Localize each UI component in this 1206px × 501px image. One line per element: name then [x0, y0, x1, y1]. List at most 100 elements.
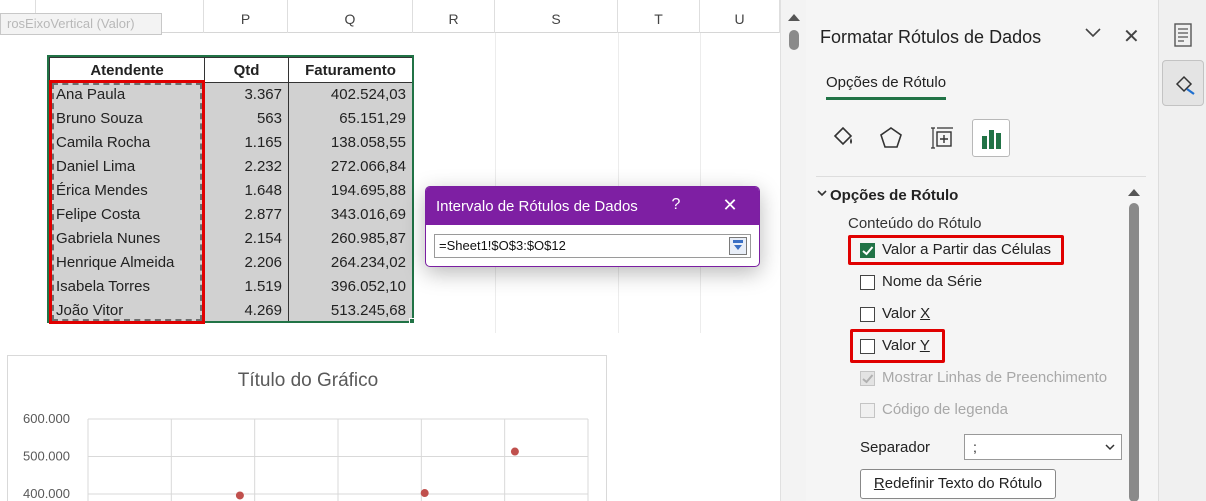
column-header-q[interactable]: Q — [288, 0, 413, 33]
cell-qtd[interactable]: 2.206 — [204, 250, 289, 275]
table-row[interactable]: Gabriela Nunes 2.154 260.985,87 — [49, 226, 413, 251]
cell-qtd[interactable]: 1.648 — [204, 178, 289, 203]
effects-button[interactable] — [872, 119, 910, 157]
format-panel-button[interactable] — [1162, 60, 1204, 106]
cell-qtd[interactable]: 2.232 — [204, 154, 289, 179]
reset-label-text-button[interactable]: Redefinir Texto do Rótulo — [860, 469, 1056, 499]
table-row[interactable]: Isabela Torres 1.519 396.052,10 — [49, 274, 413, 299]
close-pane-icon[interactable]: ✕ — [1123, 24, 1140, 49]
cell-qtd[interactable]: 4.269 — [204, 298, 289, 323]
cell-faturamento[interactable]: 260.985,87 — [288, 226, 413, 251]
sheet-vertical-scrollbar[interactable] — [780, 0, 806, 501]
scroll-up-arrow-icon[interactable] — [788, 14, 800, 21]
fill-line-button[interactable] — [824, 119, 862, 157]
format-brush-icon — [1175, 75, 1195, 95]
table-row[interactable]: Felipe Costa 2.877 343.016,69 — [49, 202, 413, 227]
label-options-section: Opções de Rótulo Conteúdo do Rótulo Valo… — [816, 176, 1146, 501]
chevron-down-icon — [1105, 435, 1115, 468]
scroll-thumb[interactable] — [1129, 203, 1139, 501]
cell-faturamento[interactable]: 402.524,03 — [288, 82, 413, 107]
cell-atendente[interactable]: Érica Mendes — [49, 178, 205, 203]
label-options-button[interactable] — [972, 119, 1010, 157]
table-row[interactable]: Daniel Lima 2.232 272.066,84 — [49, 154, 413, 179]
scatter-chart[interactable]: Título do Gráfico 600.000 500.000 400.000 — [7, 355, 607, 501]
separator-value: ; — [973, 439, 977, 455]
y-tick-label: 400.000 — [23, 486, 70, 501]
cell-faturamento[interactable]: 513.245,68 — [288, 298, 413, 323]
pane-scrollbar[interactable] — [1127, 189, 1141, 501]
cell-faturamento[interactable]: 65.151,29 — [288, 106, 413, 131]
cell-qtd[interactable]: 2.154 — [204, 226, 289, 251]
option-label: Nome da Série — [882, 273, 983, 290]
chevron-down-icon[interactable] — [816, 187, 828, 202]
name-box-overlay: rosEixoVertical (Valor) — [0, 13, 162, 35]
size-properties-button[interactable] — [924, 119, 962, 157]
data-label-range-dialog[interactable]: Intervalo de Rótulos de Dados ? ✕ =Sheet… — [425, 186, 760, 267]
cell-qtd[interactable]: 3.367 — [204, 82, 289, 107]
checkbox[interactable] — [860, 307, 875, 322]
column-header-u[interactable]: U — [700, 0, 780, 33]
dialog-title: Intervalo de Rótulos de Dados — [436, 198, 638, 215]
option-label: Código de legenda — [882, 401, 1008, 418]
column-header-p[interactable]: P — [204, 0, 288, 33]
collapse-dialog-button[interactable] — [729, 237, 747, 255]
data-point[interactable] — [510, 447, 519, 456]
table-row[interactable]: Bruno Souza 563 65.151,29 — [49, 106, 413, 131]
cell-faturamento[interactable]: 272.066,84 — [288, 154, 413, 179]
checkbox[interactable] — [860, 275, 875, 290]
help-icon[interactable]: ? — [668, 196, 684, 214]
close-icon[interactable]: ✕ — [719, 195, 741, 216]
cell-faturamento[interactable]: 264.234,02 — [288, 250, 413, 275]
cell-faturamento[interactable]: 396.052,10 — [288, 274, 413, 299]
chevron-down-icon[interactable] — [1084, 24, 1102, 45]
cell-atendente[interactable]: Henrique Almeida — [49, 250, 205, 275]
header-atendente[interactable]: Atendente — [49, 57, 205, 83]
fill-handle[interactable] — [409, 318, 415, 324]
cell-atendente[interactable]: João Vitor — [49, 298, 205, 323]
cell-faturamento[interactable]: 138.058,55 — [288, 130, 413, 155]
table-row[interactable]: João Vitor 4.269 513.245,68 — [49, 298, 413, 323]
bar-chart-icon — [982, 130, 1001, 149]
cell-atendente[interactable]: Isabela Torres — [49, 274, 205, 299]
separator-dropdown[interactable]: ; — [964, 434, 1122, 460]
column-header-t[interactable]: T — [618, 0, 700, 33]
collapse-arrow-icon — [733, 240, 743, 250]
paint-bucket-icon — [833, 126, 853, 146]
dialog-header[interactable]: Intervalo de Rótulos de Dados ? ✕ — [426, 187, 759, 225]
pane-title: Formatar Rótulos de Dados — [820, 27, 1042, 47]
data-point[interactable] — [420, 489, 429, 498]
header-qtd[interactable]: Qtd — [204, 57, 289, 83]
cell-atendente[interactable]: Daniel Lima — [49, 154, 205, 179]
table-row[interactable]: Érica Mendes 1.648 194.695,88 — [49, 178, 413, 203]
column-header-s[interactable]: S — [495, 0, 618, 33]
table-row[interactable]: Henrique Almeida 2.206 264.234,02 — [49, 250, 413, 275]
tab-label-options[interactable]: Opções de Rótulo — [826, 74, 947, 100]
table-row[interactable]: Camila Rocha 1.165 138.058,55 — [49, 130, 413, 155]
pentagon-icon — [880, 127, 902, 148]
checkbox-disabled — [860, 371, 875, 386]
range-input[interactable]: =Sheet1!$O$3:$O$12 — [434, 234, 751, 258]
scroll-thumb[interactable] — [789, 30, 799, 50]
cell-faturamento[interactable]: 343.016,69 — [288, 202, 413, 227]
cell-atendente[interactable]: Ana Paula — [49, 82, 205, 107]
cell-qtd[interactable]: 1.519 — [204, 274, 289, 299]
document-panel-button[interactable] — [1162, 12, 1204, 58]
cell-atendente[interactable]: Bruno Souza — [49, 106, 205, 131]
format-data-labels-pane[interactable]: Formatar Rótulos de Dados ✕ Opções de Ró… — [806, 0, 1158, 501]
cell-atendente[interactable]: Gabriela Nunes — [49, 226, 205, 251]
cell-qtd[interactable]: 2.877 — [204, 202, 289, 227]
section-title[interactable]: Opções de Rótulo — [830, 187, 958, 204]
cell-faturamento[interactable]: 194.695,88 — [288, 178, 413, 203]
y-tick-label: 500.000 — [23, 449, 70, 464]
cell-qtd[interactable]: 1.165 — [204, 130, 289, 155]
scroll-up-arrow-icon[interactable] — [1128, 189, 1140, 196]
cell-qtd[interactable]: 563 — [204, 106, 289, 131]
table-row[interactable]: Ana Paula 3.367 402.524,03 — [49, 82, 413, 107]
column-header-r[interactable]: R — [413, 0, 495, 33]
cell-atendente[interactable]: Felipe Costa — [49, 202, 205, 227]
data-point[interactable] — [235, 491, 244, 500]
cell-atendente[interactable]: Camila Rocha — [49, 130, 205, 155]
header-faturamento[interactable]: Faturamento — [288, 57, 413, 83]
chart-plot-area[interactable]: 600.000 500.000 400.000 — [8, 356, 608, 501]
data-table[interactable]: Atendente Qtd Faturamento Ana Paula 3.367… — [49, 57, 413, 323]
